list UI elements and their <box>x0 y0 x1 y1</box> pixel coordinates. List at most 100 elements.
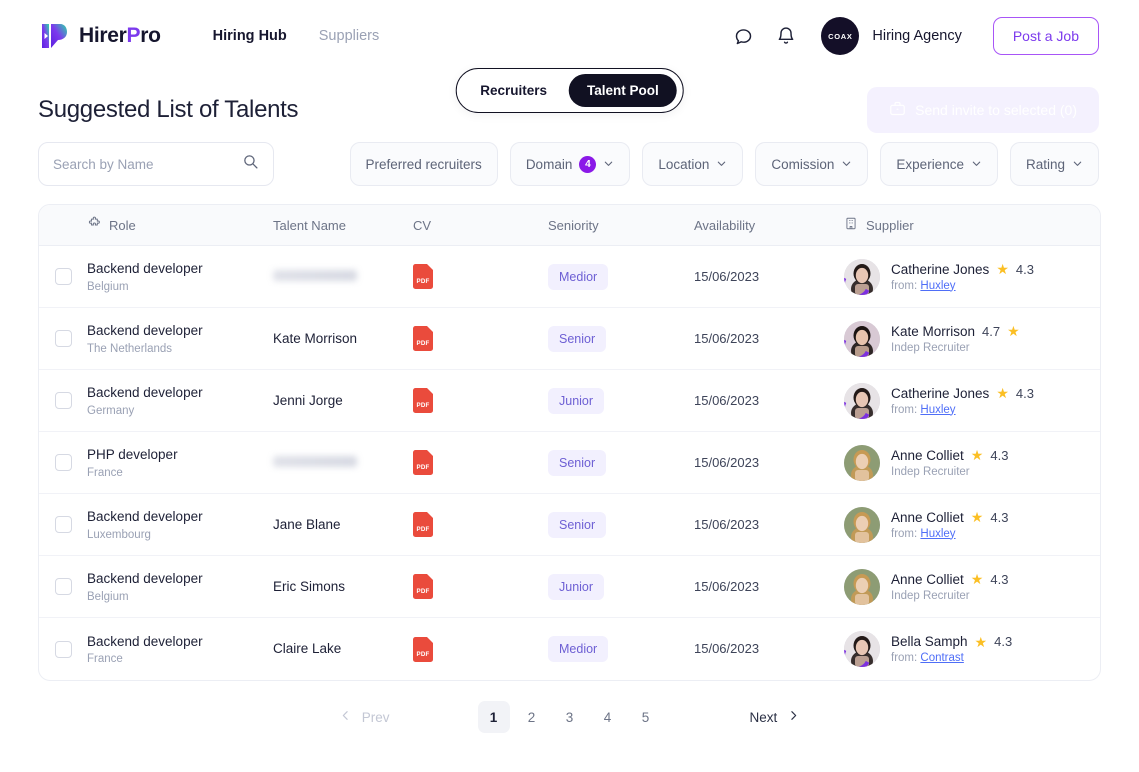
table-row[interactable]: Backend developer Belgium Eric Simons PD… <box>39 556 1100 618</box>
row-checkbox[interactable] <box>55 392 72 409</box>
brand-logo[interactable]: HirerPro <box>38 20 161 52</box>
table-row[interactable]: Backend developer Luxembourg Jane Blane … <box>39 494 1100 556</box>
availability-date: 15/06/2023 <box>694 578 760 594</box>
header-availability[interactable]: Availability <box>694 218 844 233</box>
row-checkbox[interactable] <box>55 640 72 658</box>
pagination-page-2[interactable]: 2 <box>516 701 548 733</box>
filter-label: Experience <box>896 156 964 172</box>
filter-location[interactable]: Location <box>642 142 744 186</box>
availability-date: 15/06/2023 <box>694 330 760 346</box>
chevron-down-icon <box>1072 157 1083 172</box>
supplier-rating: 4.3 <box>990 509 1009 525</box>
chat-bubble-icon[interactable] <box>730 23 756 49</box>
tab-recruiters[interactable]: Recruiters <box>462 74 565 107</box>
table-row[interactable]: Backend developer France Claire Lake PDF… <box>39 618 1100 680</box>
row-checkbox[interactable] <box>55 330 72 347</box>
search-icon[interactable] <box>242 153 259 175</box>
chevron-left-icon <box>339 709 352 725</box>
pdf-file-icon[interactable]: PDF <box>413 450 433 475</box>
supplier-company-link[interactable]: Contrast <box>920 652 963 664</box>
seniority-badge: Junior <box>548 387 605 414</box>
pdf-file-icon[interactable]: PDF <box>413 326 433 351</box>
star-icon: ★ <box>970 571 984 587</box>
role-cell: Backend developer Luxembourg <box>87 508 273 540</box>
table-row[interactable]: PHP developer France PDF Senior 15/06/20… <box>39 432 1100 494</box>
pdf-file-icon[interactable]: PDF <box>413 636 433 662</box>
tab-talent-pool[interactable]: Talent Pool <box>569 74 677 107</box>
table-row[interactable]: Backend developer Germany Jenni Jorge PD… <box>39 370 1100 432</box>
star-icon: ★ <box>970 447 984 463</box>
row-checkbox[interactable] <box>55 268 72 285</box>
header-supplier[interactable]: Supplier <box>844 216 1100 234</box>
table-row[interactable]: Backend developer The Netherlands Kate M… <box>39 308 1100 370</box>
supplier-name: Catherine Jones <box>891 261 990 277</box>
supplier-avatar[interactable] <box>844 568 880 605</box>
supplier-avatar[interactable] <box>844 506 880 543</box>
bell-icon[interactable] <box>773 23 799 49</box>
role-country: Luxembourg <box>87 528 151 541</box>
header-seniority[interactable]: Seniority <box>548 218 694 233</box>
role-country: France <box>87 466 123 479</box>
pagination-next-button[interactable]: Next <box>750 709 801 725</box>
row-checkbox[interactable] <box>55 516 72 533</box>
pagination-prev-button[interactable]: Prev <box>339 709 390 725</box>
availability-cell: 15/06/2023 <box>694 268 844 286</box>
pagination: Prev 12345 Next <box>0 697 1139 737</box>
cv-cell: PDF <box>413 512 548 537</box>
table-row[interactable]: Backend developer Belgium PDF Medior 15/… <box>39 246 1100 308</box>
row-checkbox[interactable] <box>55 454 72 471</box>
nav-link-suppliers[interactable]: Suppliers <box>319 28 379 44</box>
pdf-file-icon[interactable]: PDF <box>413 264 433 289</box>
supplier-avatar[interactable] <box>844 444 880 481</box>
post-a-job-button[interactable]: Post a Job <box>992 17 1099 55</box>
availability-cell: 15/06/2023 <box>694 454 844 472</box>
supplier-name: Bella Samph <box>891 634 968 649</box>
filter-rating[interactable]: Rating <box>1009 142 1099 186</box>
supplier-avatar[interactable] <box>844 631 880 667</box>
supplier-name: Catherine Jones <box>891 385 990 401</box>
send-invite-button[interactable]: Send invite to selected (0) <box>867 87 1099 133</box>
search-box[interactable] <box>38 142 274 186</box>
avatar[interactable]: COAX <box>821 17 860 55</box>
pagination-page-1[interactable]: 1 <box>477 701 510 733</box>
pdf-file-icon[interactable]: PDF <box>413 574 433 599</box>
supplier-company-link[interactable]: Huxley <box>920 404 955 416</box>
header-cv[interactable]: CV <box>413 218 548 233</box>
row-checkbox-cell <box>39 330 87 347</box>
seniority-badge: Senior <box>548 449 607 476</box>
pdf-file-icon[interactable]: PDF <box>413 388 433 413</box>
supplier-avatar[interactable] <box>844 382 880 419</box>
seniority-badge: Senior <box>548 325 607 352</box>
search-input[interactable] <box>53 156 242 172</box>
availability-date: 15/06/2023 <box>694 641 760 656</box>
header-role[interactable]: Role <box>87 216 273 234</box>
pagination-page-4[interactable]: 4 <box>592 701 624 733</box>
talent-name-cell: Jenni Jorge <box>273 392 413 410</box>
supplier-name: Anne Colliet <box>891 447 964 463</box>
pdf-file-icon[interactable]: PDF <box>413 512 433 537</box>
filter-experience[interactable]: Experience <box>880 142 998 186</box>
role-country: Belgium <box>87 590 129 603</box>
row-checkbox[interactable] <box>55 578 72 595</box>
header-talent-name[interactable]: Talent Name <box>273 218 413 233</box>
star-icon: ★ <box>970 509 984 525</box>
page-title: Suggested List of Talents <box>38 96 299 123</box>
row-checkbox-cell <box>39 268 87 285</box>
supplier-company-link[interactable]: Huxley <box>920 280 955 292</box>
supplier-avatar[interactable] <box>844 258 880 295</box>
cv-cell: PDF <box>413 450 548 475</box>
filter-preferred-recruiters[interactable]: Preferred recruiters <box>349 142 498 186</box>
briefcase-icon <box>889 100 906 120</box>
supplier-cell: Bella Samph ★ 4.3 from: Contrast <box>844 631 1100 667</box>
pagination-page-5[interactable]: 5 <box>630 701 662 733</box>
filter-comission[interactable]: Comission <box>755 142 869 186</box>
availability-date: 15/06/2023 <box>694 392 760 408</box>
supplier-source: Indep Recruiter <box>891 341 970 354</box>
supplier-company-link[interactable]: Huxley <box>920 528 955 540</box>
row-checkbox-cell <box>39 392 87 409</box>
pagination-page-3[interactable]: 3 <box>554 701 586 733</box>
role-title: Backend developer <box>87 261 203 277</box>
filter-domain[interactable]: Domain 4 <box>509 142 631 186</box>
supplier-avatar[interactable] <box>844 320 880 357</box>
nav-link-hiring-hub[interactable]: Hiring Hub <box>213 28 287 44</box>
